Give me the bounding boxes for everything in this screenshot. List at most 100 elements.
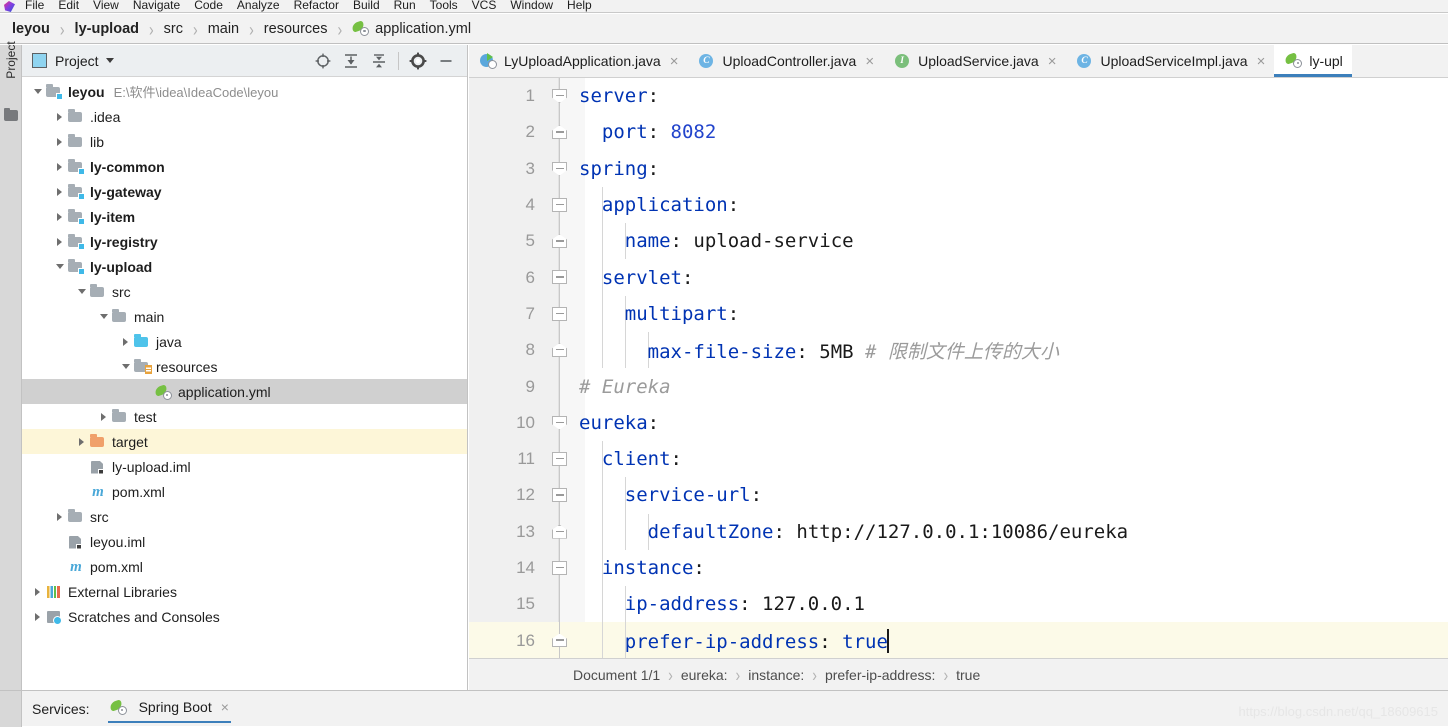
- close-icon[interactable]: ×: [1257, 54, 1266, 69]
- menu-item-help[interactable]: Help: [560, 0, 599, 12]
- breadcrumb-item-file[interactable]: application.yml: [350, 20, 473, 38]
- code-lines[interactable]: 1 server: 2 port: 8082 3 spring: 4 applicatio…: [469, 78, 1448, 658]
- menu-item-edit[interactable]: Edit: [51, 0, 86, 12]
- tree-node-main[interactable]: main: [22, 304, 467, 329]
- code-line[interactable]: 3 spring:: [469, 150, 1448, 187]
- tree-node-leyou-iml[interactable]: leyou.iml: [22, 529, 467, 554]
- fold-marker-icon[interactable]: [547, 259, 573, 296]
- code-line[interactable]: 9 # Eureka: [469, 368, 1448, 405]
- tree-node-pom-xml[interactable]: m pom.xml: [22, 554, 467, 579]
- locate-icon[interactable]: [310, 48, 336, 74]
- code-line[interactable]: 12 service-url:: [469, 477, 1448, 514]
- tree-node-src[interactable]: src: [22, 279, 467, 304]
- breadcrumb-item-resources[interactable]: resources: [262, 20, 330, 38]
- code-line[interactable]: 15 ip-address: 127.0.0.1: [469, 586, 1448, 623]
- fold-marker-icon[interactable]: [547, 114, 573, 151]
- editor-tab-lyuploadapplication-java[interactable]: LyUploadApplication.java ×: [469, 45, 688, 77]
- code-line[interactable]: 7 multipart:: [469, 295, 1448, 333]
- code-line[interactable]: 10 eureka:: [469, 404, 1448, 441]
- code-editor[interactable]: 1 server: 2 port: 8082 3 spring: 4 applicatio…: [469, 78, 1448, 658]
- chevron-down-icon[interactable]: [96, 314, 111, 319]
- fold-marker-icon[interactable]: [547, 150, 573, 187]
- breadcrumb-item-main[interactable]: main: [206, 20, 241, 38]
- menu-item-view[interactable]: View: [86, 0, 126, 12]
- close-icon[interactable]: ×: [221, 699, 229, 715]
- close-icon[interactable]: ×: [865, 54, 874, 69]
- chevron-right-icon[interactable]: [52, 212, 67, 221]
- breadcrumb-document[interactable]: Document 1/1: [573, 667, 660, 683]
- project-tree[interactable]: leyou E:\软件\idea\IdeaCode\leyou .idea lib ly…: [22, 77, 467, 689]
- menu-item-tools[interactable]: Tools: [423, 0, 465, 12]
- code-line[interactable]: 4 application:: [469, 186, 1448, 224]
- fold-marker-icon[interactable]: [547, 513, 573, 550]
- tree-node-pom-xml[interactable]: m pom.xml: [22, 479, 467, 504]
- code-line[interactable]: 6 servlet:: [469, 259, 1448, 296]
- tree-node-lib[interactable]: lib: [22, 129, 467, 154]
- menu-item-code[interactable]: Code: [187, 0, 230, 12]
- breadcrumb-item-module[interactable]: ly-upload: [73, 20, 141, 38]
- fold-marker-icon[interactable]: [547, 186, 573, 224]
- collapse-all-icon[interactable]: [366, 48, 392, 74]
- chevron-down-icon[interactable]: [118, 364, 133, 369]
- code-line[interactable]: 8 max-file-size: 5MB # 限制文件上传的大小: [469, 332, 1448, 369]
- minimize-icon[interactable]: [433, 48, 459, 74]
- chevron-right-icon[interactable]: [52, 237, 67, 246]
- expand-all-icon[interactable]: [338, 48, 364, 74]
- chevron-right-icon[interactable]: [52, 187, 67, 196]
- chevron-right-icon[interactable]: [74, 437, 89, 446]
- chevron-down-icon[interactable]: [74, 289, 89, 294]
- tree-node-ly-common[interactable]: ly-common: [22, 154, 467, 179]
- breadcrumb-value[interactable]: true: [956, 667, 980, 683]
- code-line[interactable]: 11 client:: [469, 440, 1448, 478]
- chevron-down-icon[interactable]: [105, 58, 114, 63]
- editor-tab-bar[interactable]: LyUploadApplication.java × C UploadControll…: [469, 45, 1448, 78]
- tree-node-leyou[interactable]: leyou E:\软件\idea\IdeaCode\leyou: [22, 79, 467, 104]
- fold-marker-icon[interactable]: [547, 295, 573, 333]
- menu-item-refactor[interactable]: Refactor: [287, 0, 346, 12]
- chevron-right-icon[interactable]: [96, 412, 111, 421]
- breadcrumb-instance[interactable]: instance:: [748, 667, 804, 683]
- tool-window-button-project[interactable]: Project: [4, 33, 18, 87]
- code-line[interactable]: 1 server:: [469, 78, 1448, 115]
- tree-node-ly-upload-iml[interactable]: ly-upload.iml: [22, 454, 467, 479]
- tree-node-ly-upload[interactable]: ly-upload: [22, 254, 467, 279]
- chevron-right-icon[interactable]: [52, 137, 67, 146]
- chevron-down-icon[interactable]: [52, 264, 67, 269]
- chevron-right-icon[interactable]: [52, 112, 67, 121]
- editor-tab-uploadcontroller-java[interactable]: C UploadController.java ×: [687, 45, 884, 77]
- breadcrumb-item-src[interactable]: src: [162, 20, 185, 38]
- tree-node-application-yml[interactable]: application.yml: [22, 379, 467, 404]
- close-icon[interactable]: ×: [670, 54, 679, 69]
- close-icon[interactable]: ×: [1048, 54, 1057, 69]
- gear-icon[interactable]: [405, 48, 431, 74]
- tree-node-target[interactable]: target: [22, 429, 467, 454]
- tree-node-scratches-and-consoles[interactable]: Scratches and Consoles: [22, 604, 467, 629]
- menu-item-build[interactable]: Build: [346, 0, 387, 12]
- editor-tab-ly-upl[interactable]: ly-upl: [1274, 45, 1353, 77]
- code-line[interactable]: 14 instance:: [469, 549, 1448, 587]
- code-line[interactable]: 5 name: upload-service: [469, 223, 1448, 260]
- tree-node-test[interactable]: test: [22, 404, 467, 429]
- folder-icon[interactable]: [4, 107, 18, 121]
- tree-node-resources[interactable]: resources: [22, 354, 467, 379]
- menu-item-window[interactable]: Window: [503, 0, 560, 12]
- fold-marker-icon[interactable]: [547, 440, 573, 478]
- fold-marker-icon[interactable]: [547, 622, 573, 658]
- fold-marker-icon[interactable]: [547, 404, 573, 441]
- menu-bar[interactable]: File Edit View Navigate Code Analyze Ref…: [0, 0, 1448, 13]
- chevron-down-icon[interactable]: [30, 89, 45, 94]
- code-line[interactable]: 16 prefer-ip-address: true: [469, 622, 1448, 658]
- tree-node-src[interactable]: src: [22, 504, 467, 529]
- fold-marker-icon[interactable]: [547, 78, 573, 115]
- tree-node-java[interactable]: java: [22, 329, 467, 354]
- code-line[interactable]: 2 port: 8082: [469, 114, 1448, 151]
- menu-item-vcs[interactable]: VCS: [465, 0, 504, 12]
- menu-item-file[interactable]: File: [18, 0, 51, 12]
- tree-node-ly-item[interactable]: ly-item: [22, 204, 467, 229]
- chevron-right-icon[interactable]: [30, 612, 45, 621]
- services-tab-spring-boot[interactable]: Spring Boot ×: [107, 695, 232, 723]
- fold-marker-icon[interactable]: [547, 477, 573, 514]
- menu-item-analyze[interactable]: Analyze: [230, 0, 287, 12]
- fold-marker-icon[interactable]: [547, 223, 573, 260]
- chevron-right-icon[interactable]: [52, 162, 67, 171]
